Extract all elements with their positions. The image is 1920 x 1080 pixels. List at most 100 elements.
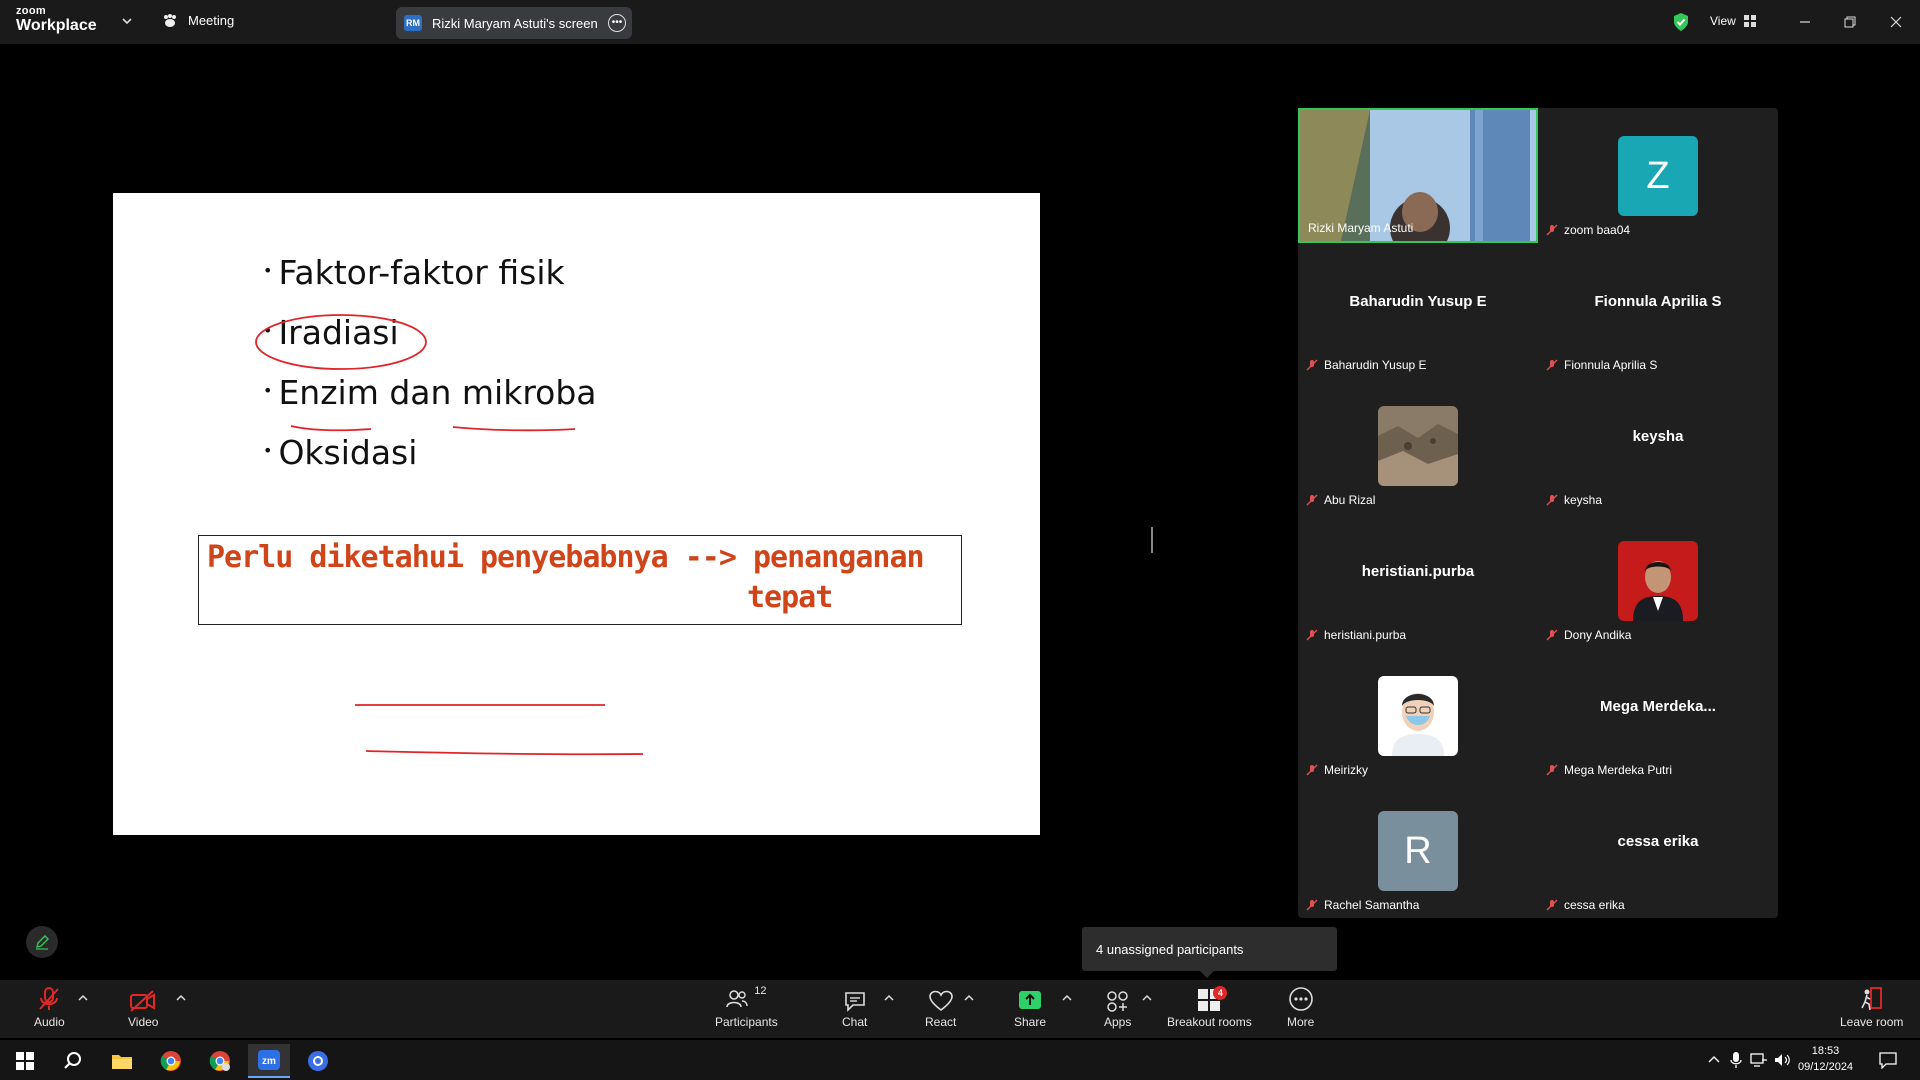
participant-tile[interactable]: Baharudin Yusup E Baharudin Yusup E: [1298, 243, 1538, 378]
taskbar-file-explorer[interactable]: [101, 1044, 143, 1078]
apps-button[interactable]: Apps: [1104, 986, 1131, 1029]
chrome-icon: [160, 1051, 181, 1071]
breakout-badge: 4: [1213, 986, 1228, 1000]
avatar: [1378, 676, 1458, 756]
participant-name-text: heristiani.purba: [1324, 628, 1407, 642]
avatar: Z: [1618, 136, 1698, 216]
microphone-icon[interactable]: [1730, 1051, 1742, 1069]
restore-button[interactable]: [1838, 10, 1862, 34]
sharer-initials-badge: RM: [404, 15, 422, 31]
chevron-down-icon[interactable]: [120, 14, 134, 28]
video-off-icon: [130, 990, 156, 1012]
start-button[interactable]: [4, 1044, 46, 1078]
leave-room-button[interactable]: Leave room: [1840, 986, 1903, 1029]
participant-tile[interactable]: keysha keysha: [1538, 378, 1778, 513]
more-button[interactable]: More: [1287, 986, 1314, 1029]
close-button[interactable]: [1884, 10, 1908, 34]
mic-muted-icon: [1306, 764, 1318, 776]
breakout-rooms-button[interactable]: 4 Breakout rooms: [1167, 986, 1252, 1029]
share-button[interactable]: Share: [1014, 986, 1046, 1029]
apps-icon: [1106, 991, 1128, 1012]
participant-name: Meirizky: [1306, 763, 1368, 777]
annotation-underline: [290, 425, 372, 432]
participant-name-text: Fionnula Aprilia S: [1564, 358, 1658, 372]
participant-tile[interactable]: Rizki Maryam Astuti: [1298, 108, 1538, 243]
participant-display-name: Mega Merdeka...: [1600, 698, 1716, 715]
taskbar-zoom[interactable]: zm: [248, 1044, 290, 1078]
caret-up-icon[interactable]: [1062, 994, 1072, 1002]
caret-up-icon[interactable]: [1142, 994, 1152, 1002]
volume-icon[interactable]: [1774, 1052, 1792, 1068]
heart-icon: [928, 990, 953, 1012]
search-button[interactable]: [52, 1044, 94, 1078]
unassigned-text: 4 unassigned participants: [1096, 941, 1244, 957]
participant-name-text: Meirizky: [1324, 763, 1368, 777]
restore-icon: [1844, 16, 1856, 28]
view-menu[interactable]: View: [1710, 14, 1756, 28]
meeting-toolbar: Audio Video 12 Participants Chat React S…: [0, 980, 1920, 1038]
participant-tile[interactable]: cessa erika cessa erika: [1538, 783, 1778, 918]
person-photo-avatar: [1618, 541, 1698, 621]
participants-count: 12: [754, 985, 767, 997]
zoom-workplace-logo[interactable]: zoom Workplace: [16, 6, 97, 34]
taskbar-app[interactable]: [297, 1044, 339, 1078]
note-text-line2: tepat: [747, 580, 833, 615]
notification-icon[interactable]: [1879, 1051, 1897, 1069]
annotate-button[interactable]: [26, 926, 58, 958]
resize-handle[interactable]: [1151, 527, 1153, 553]
participant-name: Rachel Samantha: [1306, 898, 1419, 912]
taskbar-chrome[interactable]: [150, 1044, 192, 1078]
mic-muted-icon: [1306, 899, 1318, 911]
participant-tile[interactable]: Abu Rizal: [1298, 378, 1538, 513]
avatar: [1618, 541, 1698, 621]
mic-muted-icon: [1306, 359, 1318, 371]
note-text-line1: Perlu diketahui penyebabnya --> penangan…: [207, 540, 925, 575]
mic-muted-icon: [1546, 899, 1558, 911]
leave-room-icon: [1860, 987, 1882, 1011]
participant-tile[interactable]: Z zoom baa04: [1538, 108, 1778, 243]
participant-display-name: keysha: [1632, 428, 1684, 445]
participant-tile[interactable]: R Rachel Samantha: [1298, 783, 1538, 918]
participant-display-name: heristiani.purba: [1361, 563, 1475, 580]
chrome-profile-icon: [209, 1051, 230, 1071]
screen-share-pill[interactable]: RM Rizki Maryam Astuti's screen •••: [396, 7, 632, 39]
caret-up-icon[interactable]: [964, 994, 974, 1002]
caret-up-icon[interactable]: [78, 994, 88, 1002]
participant-tile[interactable]: Dony Andika: [1538, 513, 1778, 648]
meeting-menu[interactable]: Meeting: [162, 13, 234, 28]
participants-button[interactable]: 12 Participants: [715, 985, 778, 1029]
encryption-shield-icon[interactable]: [1672, 12, 1690, 32]
participant-name: zoom baa04: [1546, 223, 1630, 237]
windows-taskbar: zm 18:53 09/12/2024: [0, 1040, 1920, 1080]
participant-name-text: zoom baa04: [1564, 223, 1631, 237]
participant-display-name: Fionnula Aprilia S: [1594, 293, 1722, 310]
taskbar-chrome-profile[interactable]: [199, 1044, 241, 1078]
participant-name: Fionnula Aprilia S: [1546, 358, 1657, 372]
participant-tile[interactable]: Mega Merdeka... Mega Merdeka Putri: [1538, 648, 1778, 783]
title-bar: zoom Workplace Meeting RM Rizki Maryam A…: [0, 0, 1920, 44]
caret-up-icon[interactable]: [176, 994, 186, 1002]
participant-name: Mega Merdeka Putri: [1546, 763, 1672, 777]
participant-name-text: Mega Merdeka Putri: [1564, 763, 1673, 777]
zoom-app-icon: zm: [258, 1050, 280, 1070]
caret-up-icon[interactable]: [884, 994, 894, 1002]
participant-tile[interactable]: Fionnula Aprilia S Fionnula Aprilia S: [1538, 243, 1778, 378]
video-button[interactable]: Video: [128, 986, 158, 1029]
participant-display-name: Baharudin Yusup E: [1349, 293, 1487, 310]
audio-button[interactable]: Audio: [34, 986, 65, 1029]
minimize-button[interactable]: [1793, 10, 1817, 34]
unassigned-participants-tooltip[interactable]: 4 unassigned participants: [1082, 927, 1337, 978]
participant-name-text: Baharudin Yusup E: [1324, 358, 1427, 372]
participant-tile[interactable]: heristiani.purba heristiani.purba: [1298, 513, 1538, 648]
video-label: Video: [128, 1015, 159, 1029]
system-clock[interactable]: 18:53 09/12/2024: [1798, 1043, 1853, 1075]
note-box: Perlu diketahui penyebabnya --> penangan…: [198, 535, 962, 625]
breakout-label: Breakout rooms: [1167, 1015, 1252, 1029]
chat-button[interactable]: Chat: [842, 986, 867, 1029]
participant-tile[interactable]: Meirizky: [1298, 648, 1538, 783]
network-icon[interactable]: [1750, 1052, 1768, 1068]
react-button[interactable]: React: [925, 986, 956, 1029]
participants-icon: [726, 990, 748, 1008]
more-options-icon[interactable]: •••: [608, 14, 626, 32]
show-hidden-icons-icon[interactable]: [1708, 1054, 1720, 1064]
